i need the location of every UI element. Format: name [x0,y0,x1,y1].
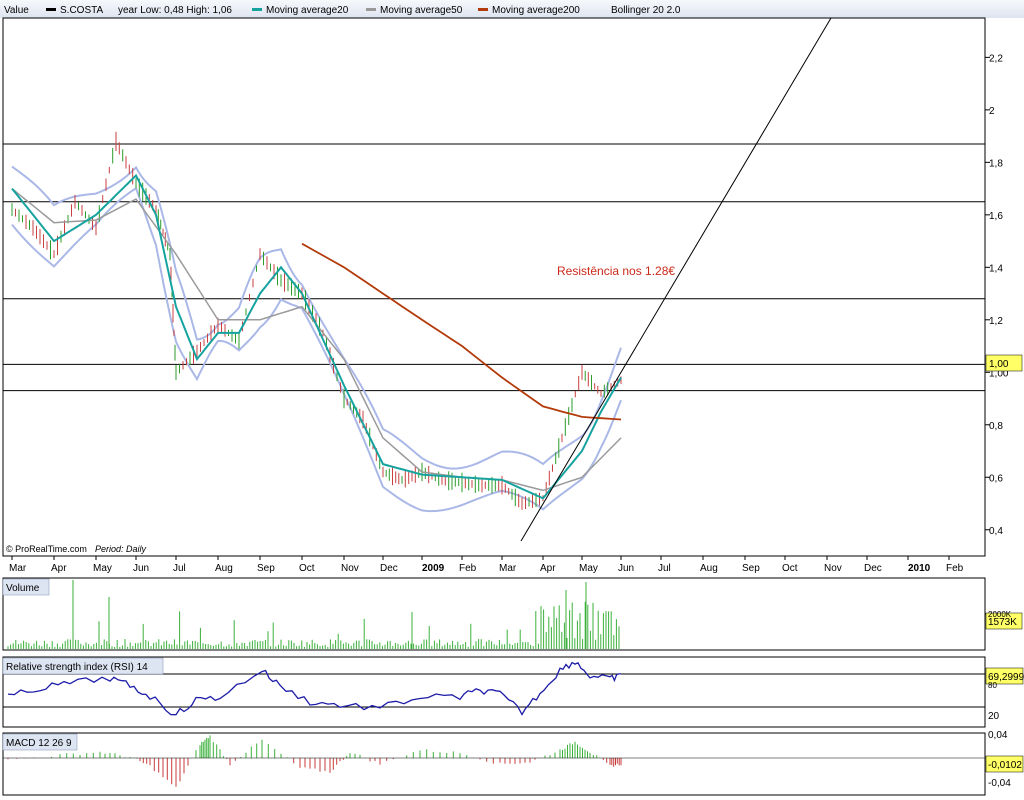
price-current-value: 1,00 [989,359,1009,370]
xtick-label: Aug [700,563,718,574]
legend-ma20: Moving average20 [266,5,349,16]
price-ytick-label: 0,8 [989,421,1003,432]
volume-title: Volume [6,583,40,594]
rsi-tick-80: 80 [988,681,997,690]
xtick-label: Nov [824,563,842,574]
price-ytick-label: 1,2 [989,316,1003,327]
xtick-label: Jun [133,563,149,574]
xtick-label: May [579,563,598,574]
xtick-label: Jul [658,563,671,574]
price-ytick-label: 1,8 [989,158,1003,169]
price-y-axis: 0,4 0,6 0,8 1,00 1,2 1,4 1,6 1,8 2 2,2 [985,53,1009,537]
xtick-label: Jul [173,563,186,574]
x-axis: Mar Apr May Jun Jul Aug Sep Oct Nov Dec 2009 Feb Mar… [9,556,964,574]
rsi-title: Relative strength index (RSI) 14 [6,662,148,673]
xtick-label: Jun [618,563,634,574]
xtick-label: Dec [380,563,398,574]
macd-tick-bottom: -0,04 [988,778,1011,789]
legend-year-range: year Low: 0,48 High: 1,06 [118,5,232,16]
macd-title: MACD 12 26 9 [6,738,72,749]
xtick-label: Oct [299,563,315,574]
legend-value-label: Value [4,5,29,16]
legend-bollinger: Bollinger 20 2.0 [611,5,681,16]
xtick-label: 2009 [422,563,445,574]
legend-symbol-swatch [46,8,56,11]
xtick-label: Mar [499,563,517,574]
price-ytick-label: 2 [989,106,995,117]
xtick-label: Feb [459,563,477,574]
xtick-label: Apr [51,563,67,574]
price-ytick-label: 0,4 [989,526,1003,537]
resistance-annotation: Resistência nos 1.28€ [557,264,675,278]
xtick-label: Mar [9,563,27,574]
rsi-tick-20: 20 [988,711,1000,722]
xtick-label: Feb [946,563,964,574]
xtick-label: 2010 [908,563,931,574]
legend-symbol: S.COSTA [60,5,103,16]
legend-ma200: Moving average200 [492,5,580,16]
macd-tick-top: 0,04 [988,730,1008,741]
xtick-label: May [93,563,112,574]
stock-chart: Value S.COSTA year Low: 0,48 High: 1,06 … [0,0,1024,796]
xtick-label: Oct [782,563,798,574]
macd-current-value: -0,0102 [988,760,1022,771]
legend-ma50: Moving average50 [380,5,463,16]
period-label: Period: Daily [95,544,147,554]
xtick-label: Apr [540,563,556,574]
volume-axis-label: 2000K [988,610,1012,619]
xtick-label: Sep [742,563,760,574]
xtick-label: Aug [215,563,233,574]
price-ytick-label: 0,6 [989,473,1003,484]
xtick-label: Sep [257,563,275,574]
xtick-label: Nov [341,563,359,574]
legend-ma200-swatch [478,8,488,11]
legend-ma50-swatch [366,8,376,11]
price-ytick-label: 1,4 [989,263,1003,274]
legend-ma20-swatch [252,8,262,11]
price-ytick-label: 2,2 [989,53,1003,64]
xtick-label: Dec [864,563,882,574]
volume-panel [2,577,986,651]
price-panel [2,17,986,557]
price-ytick-label: 1,6 [989,211,1003,222]
watermark: © ProRealTime.com [6,544,87,554]
